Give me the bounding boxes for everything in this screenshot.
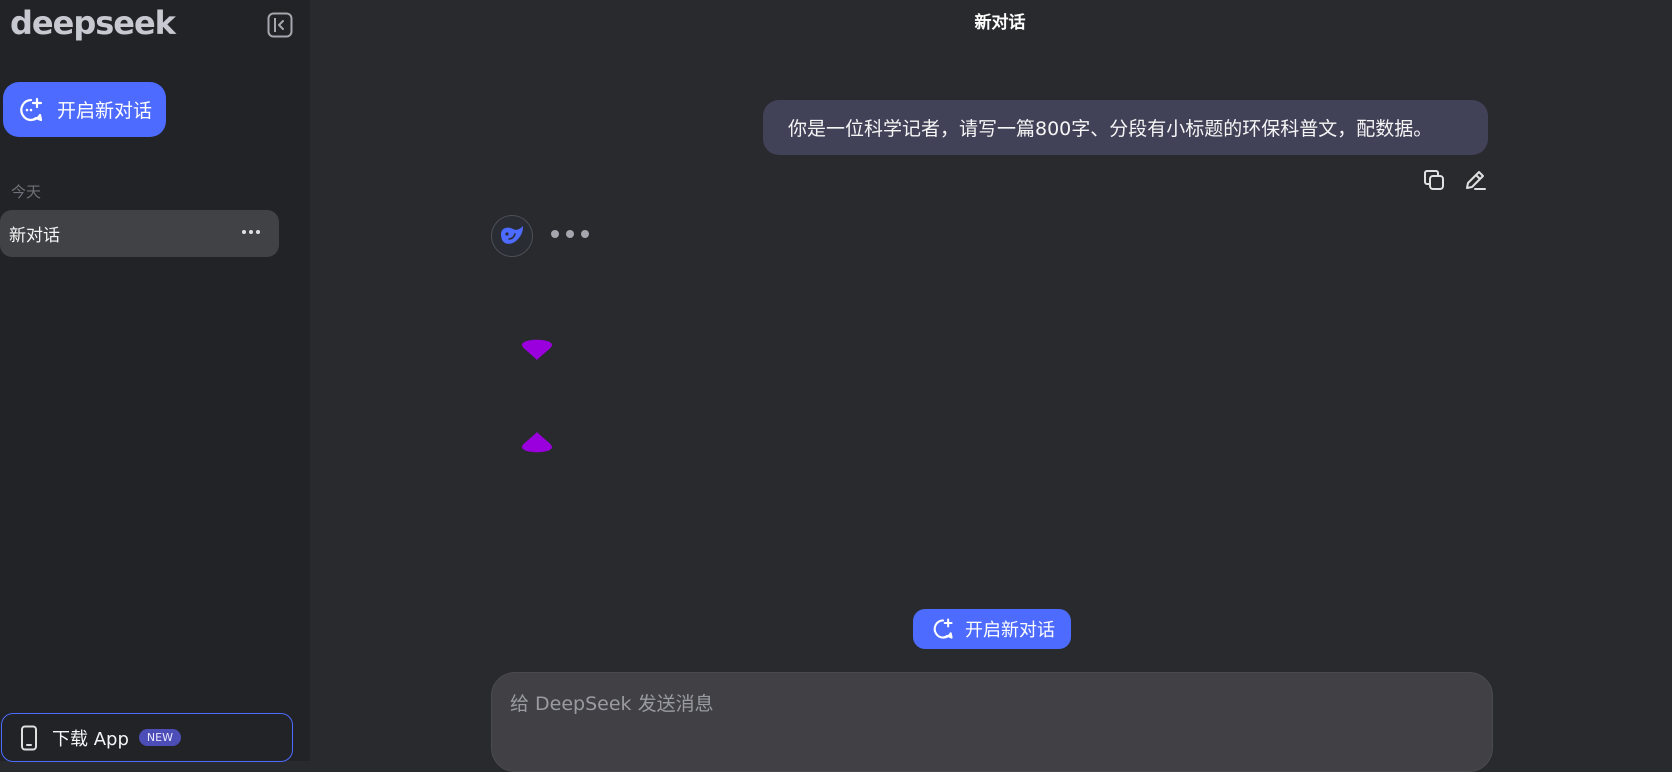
conversation-more-button[interactable] [239,220,263,244]
conversation-label: 新对话 [9,226,60,246]
user-message-text: 你是一位科学记者，请写一篇800字、分段有小标题的环保科普文，配数据。 [788,118,1433,140]
new-chat-button[interactable]: 开启新对话 [3,82,166,137]
deepseek-logo: deepseek [10,4,176,42]
copy-icon [1424,170,1444,190]
more-icon [242,230,260,234]
assistant-avatar [491,215,533,257]
phone-icon [21,725,37,750]
section-today: 今天 [11,183,42,201]
magenta-shape-bottom [522,432,552,453]
typing-dot [581,230,589,238]
deepseek-whale-icon [501,226,523,244]
new-chat-icon [933,618,953,639]
typing-dot [551,230,559,238]
message-input[interactable] [508,687,1472,751]
copy-message-button[interactable] [1421,167,1447,193]
edit-icon [1466,171,1486,190]
download-app-button[interactable]: 下载 App NEW [1,713,293,762]
download-app-label: 下载 App [52,728,129,750]
sidebar-collapse-icon [267,12,293,38]
conversation-item[interactable]: 新对话 [0,210,279,257]
sidebar: deepseek 开启新对话 今天 新对话 下载 App NEW [0,0,310,762]
typing-indicator [551,230,589,238]
new-chat-center-label: 开启新对话 [965,620,1055,641]
typing-dot [566,230,574,238]
page-title: 新对话 [974,13,1026,33]
new-badge: NEW [138,729,181,746]
composer [491,672,1493,772]
user-message: 你是一位科学记者，请写一篇800字、分段有小标题的环保科普文，配数据。 [763,100,1488,155]
new-chat-center-button[interactable]: 开启新对话 [913,609,1071,649]
new-chat-label: 开启新对话 [57,100,153,122]
new-chat-icon [20,97,43,121]
magenta-shape-top [522,339,552,360]
edit-message-button[interactable] [1462,167,1488,193]
sidebar-collapse-button[interactable] [265,10,295,40]
